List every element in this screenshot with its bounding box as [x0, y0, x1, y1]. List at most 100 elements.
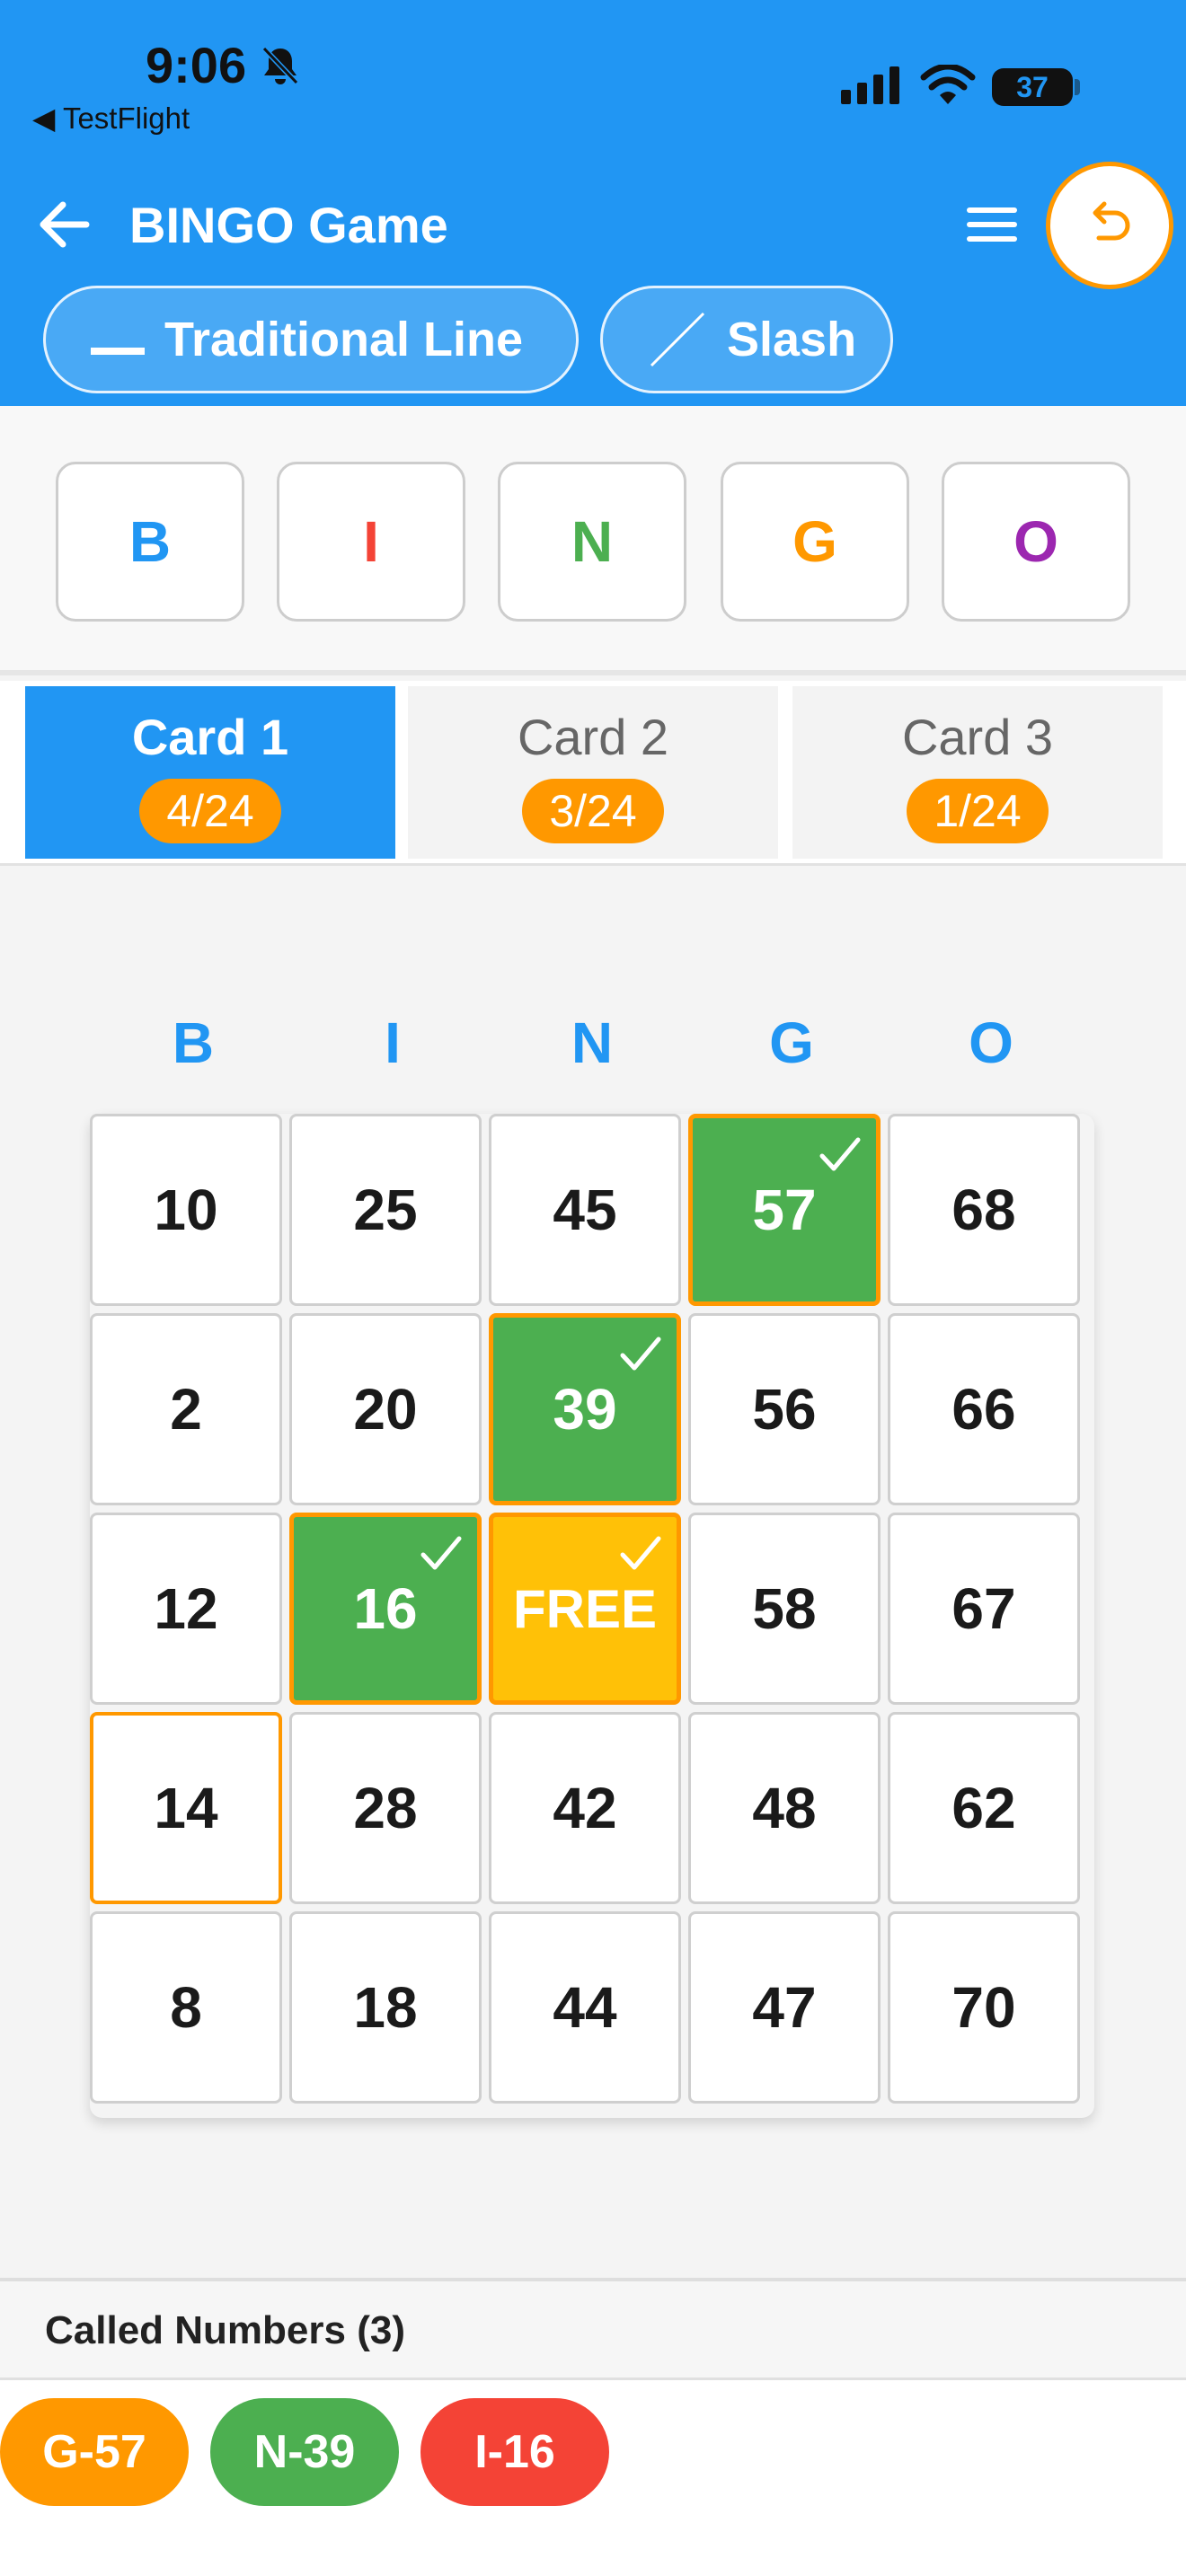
cell-value: FREE	[512, 1578, 658, 1639]
column-letter-i: I	[385, 1010, 401, 1075]
called-numbers-title: Called Numbers (3)	[0, 2281, 1186, 2380]
cell-value: 62	[951, 1776, 1016, 1840]
called-number-chip[interactable]: I-16	[420, 2398, 609, 2506]
bingo-cell[interactable]: 8	[90, 1911, 282, 2104]
cell-value: 48	[752, 1776, 817, 1840]
column-letter-o: O	[969, 1010, 1013, 1075]
slash-icon	[650, 312, 705, 367]
check-icon	[620, 1536, 661, 1570]
mode-slash-button[interactable]: Slash	[600, 286, 893, 393]
battery-indicator: 37	[992, 68, 1073, 106]
bingo-cell[interactable]: 10	[90, 1114, 282, 1306]
cell-value: 10	[154, 1178, 218, 1242]
tab-progress-badge: 3/24	[522, 779, 664, 843]
cell-value: 25	[353, 1178, 418, 1242]
tab-card-3[interactable]: Card 3 1/24	[792, 686, 1163, 859]
letter-i-button[interactable]: I	[277, 462, 465, 622]
cell-value: 47	[752, 1975, 817, 2040]
bingo-cell[interactable]: 57	[688, 1114, 881, 1306]
column-letter-g: G	[769, 1010, 814, 1075]
battery-tip	[1075, 79, 1080, 95]
cell-value: 44	[553, 1975, 617, 2040]
called-numbers-panel: Called Numbers (3) G-57 N-39 I-16	[0, 2278, 1186, 2576]
menu-icon[interactable]	[965, 205, 1019, 244]
tab-label: Card 1	[131, 709, 289, 765]
cell-value: 16	[353, 1576, 418, 1641]
cellular-signal-icon	[841, 66, 899, 104]
undo-button[interactable]	[1046, 162, 1173, 289]
wifi-icon	[920, 65, 976, 104]
back-arrow-icon[interactable]	[38, 199, 92, 250]
mode-label: Slash	[727, 313, 857, 366]
letter-o-button[interactable]: O	[942, 462, 1130, 622]
battery-level: 37	[1016, 71, 1049, 103]
cell-value: 39	[553, 1377, 617, 1442]
tab-card-2[interactable]: Card 2 3/24	[408, 686, 778, 859]
tab-card-1[interactable]: Card 1 4/24	[25, 686, 395, 859]
cell-value: 42	[553, 1776, 617, 1840]
line-icon	[91, 348, 145, 355]
back-to-testflight-link[interactable]: ◀ TestFlight	[32, 101, 190, 136]
bingo-cell[interactable]: 25	[289, 1114, 482, 1306]
cell-value: 2	[170, 1377, 202, 1442]
column-letter-n: N	[571, 1010, 614, 1075]
mode-traditional-line-button[interactable]: Traditional Line	[43, 286, 579, 393]
bingo-card-grid: 10 25 45 57 68 2 20 39 56 66 12 16 FREE 58 67 14 28 42 48 6…	[90, 1114, 1094, 2118]
bingo-cell[interactable]: 48	[688, 1712, 881, 1904]
bingo-cell[interactable]: 67	[888, 1513, 1080, 1705]
letter-b-button[interactable]: B	[56, 462, 244, 622]
bingo-cell[interactable]: 42	[489, 1712, 681, 1904]
bingo-cell[interactable]: 16	[289, 1513, 482, 1705]
called-number-chip[interactable]: G-57	[0, 2398, 189, 2506]
bingo-cell[interactable]: 28	[289, 1712, 482, 1904]
check-icon	[620, 1337, 661, 1371]
bingo-cell[interactable]: 47	[688, 1911, 881, 2104]
column-letter-b: B	[172, 1010, 215, 1075]
bingo-cell[interactable]: 12	[90, 1513, 282, 1705]
bingo-cell[interactable]: 45	[489, 1114, 681, 1306]
tab-progress-badge: 4/24	[139, 779, 281, 843]
status-time: 9:06	[146, 37, 247, 93]
bingo-cell[interactable]: 2	[90, 1313, 282, 1505]
letter-n-button[interactable]: N	[498, 462, 686, 622]
bell-muted-icon	[261, 46, 299, 85]
check-icon	[420, 1536, 462, 1570]
cell-value: 28	[353, 1776, 418, 1840]
card-tabs: Card 1 4/24 Card 2 3/24 Card 3 1/24	[0, 681, 1186, 866]
cell-value: 12	[154, 1576, 218, 1641]
cell-value: 57	[752, 1178, 817, 1242]
letter-g-button[interactable]: G	[721, 462, 909, 622]
bingo-cell[interactable]: 44	[489, 1911, 681, 2104]
bingo-cell[interactable]: 39	[489, 1313, 681, 1505]
tab-label: Card 3	[901, 709, 1054, 765]
cell-value: 20	[353, 1377, 418, 1442]
letter-buttons: B I N G O	[0, 406, 1186, 675]
cell-value: 58	[752, 1576, 817, 1641]
page-title: BINGO Game	[129, 197, 448, 253]
cell-value: 67	[951, 1576, 1016, 1641]
cell-value: 56	[752, 1377, 817, 1442]
bingo-cell[interactable]: 70	[888, 1911, 1080, 2104]
check-icon	[819, 1137, 861, 1171]
bingo-cell[interactable]: 62	[888, 1712, 1080, 1904]
cell-value: 70	[951, 1975, 1016, 2040]
called-number-chip[interactable]: N-39	[210, 2398, 399, 2506]
bingo-cell[interactable]: 66	[888, 1313, 1080, 1505]
bingo-cell[interactable]: 14	[90, 1712, 282, 1904]
bingo-cell[interactable]: 56	[688, 1313, 881, 1505]
bingo-cell[interactable]: 68	[888, 1114, 1080, 1306]
bingo-cell[interactable]: 20	[289, 1313, 482, 1505]
app-header: 9:06 ◀ TestFlight 37 BINGO Game Traditio…	[0, 0, 1186, 406]
cell-value: 45	[553, 1178, 617, 1242]
tab-progress-badge: 1/24	[907, 779, 1049, 843]
bingo-cell[interactable]: 18	[289, 1911, 482, 2104]
mode-label: Traditional Line	[164, 313, 524, 366]
cell-value: 66	[951, 1377, 1016, 1442]
cell-value: 14	[154, 1776, 218, 1840]
cell-value: 8	[170, 1975, 202, 2040]
cell-value: 68	[951, 1178, 1016, 1242]
free-cell[interactable]: FREE	[489, 1513, 681, 1705]
bingo-cell[interactable]: 58	[688, 1513, 881, 1705]
cell-value: 18	[353, 1975, 418, 2040]
undo-icon	[1093, 201, 1130, 241]
